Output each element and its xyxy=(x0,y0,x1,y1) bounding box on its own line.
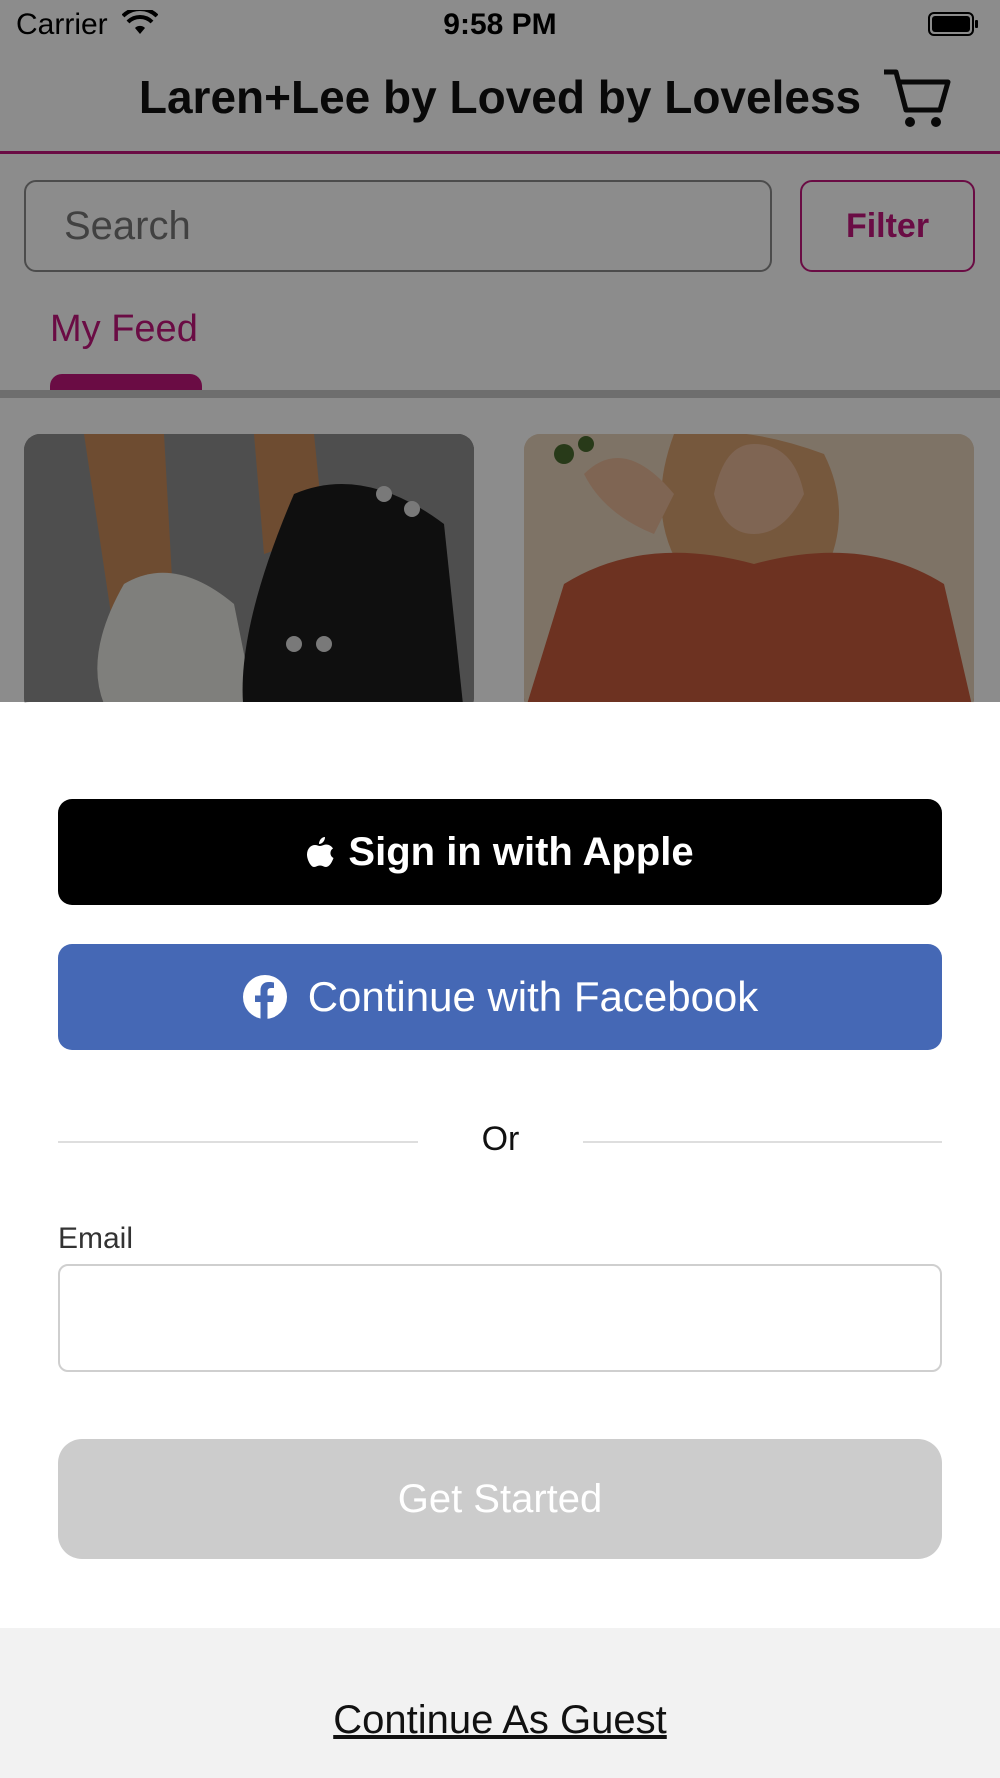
get-started-button[interactable]: Get Started xyxy=(58,1439,942,1559)
or-divider-text: Or xyxy=(481,1120,520,1158)
modal-backdrop[interactable] xyxy=(0,0,1000,702)
continue-facebook-button[interactable]: Continue with Facebook xyxy=(58,944,942,1050)
email-field[interactable] xyxy=(58,1264,942,1372)
email-label: Email xyxy=(58,1222,134,1255)
divider-left xyxy=(58,1141,418,1143)
facebook-icon xyxy=(242,975,287,1019)
apple-icon xyxy=(307,837,334,867)
divider-right xyxy=(583,1141,942,1143)
facebook-button-label: Continue with Facebook xyxy=(307,973,759,1020)
apple-button-label: Sign in with Apple xyxy=(348,829,694,874)
sign-in-apple-button[interactable]: Sign in with Apple xyxy=(58,799,942,905)
continue-as-guest-link[interactable]: Continue As Guest xyxy=(0,1698,1000,1743)
